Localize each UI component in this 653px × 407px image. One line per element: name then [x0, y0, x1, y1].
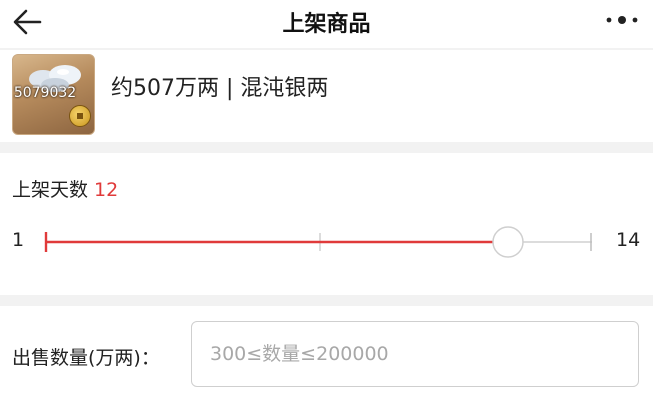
item-card: 5079032 约507万两 | 混沌银两	[0, 50, 653, 142]
slider-max-label: 14	[616, 229, 641, 251]
listing-days-card: 上架天数 12 1 14	[0, 153, 653, 295]
quantity-label: 出售数量(万两)：	[12, 347, 160, 369]
slider-min-label: 1	[12, 229, 25, 251]
item-description: 约507万两 | 混沌银两	[111, 76, 329, 101]
silver-coin-icon	[69, 105, 91, 127]
item-amount-badge: 5079032	[13, 85, 77, 101]
page-title: 上架商品	[282, 12, 371, 37]
quantity-input[interactable]	[191, 321, 639, 387]
more-dots-icon[interactable]	[603, 8, 641, 32]
top-bar: 上架商品	[0, 0, 653, 48]
item-thumbnail: 5079032	[12, 54, 95, 135]
listing-days-label-text: 上架天数	[12, 179, 89, 201]
listing-days-slider[interactable]	[44, 225, 596, 261]
listing-days-value: 12	[94, 179, 119, 201]
slider-thumb[interactable]	[492, 226, 524, 258]
quantity-card: 出售数量(万两)：	[0, 306, 653, 407]
listing-days-label: 上架天数 12	[12, 175, 118, 202]
